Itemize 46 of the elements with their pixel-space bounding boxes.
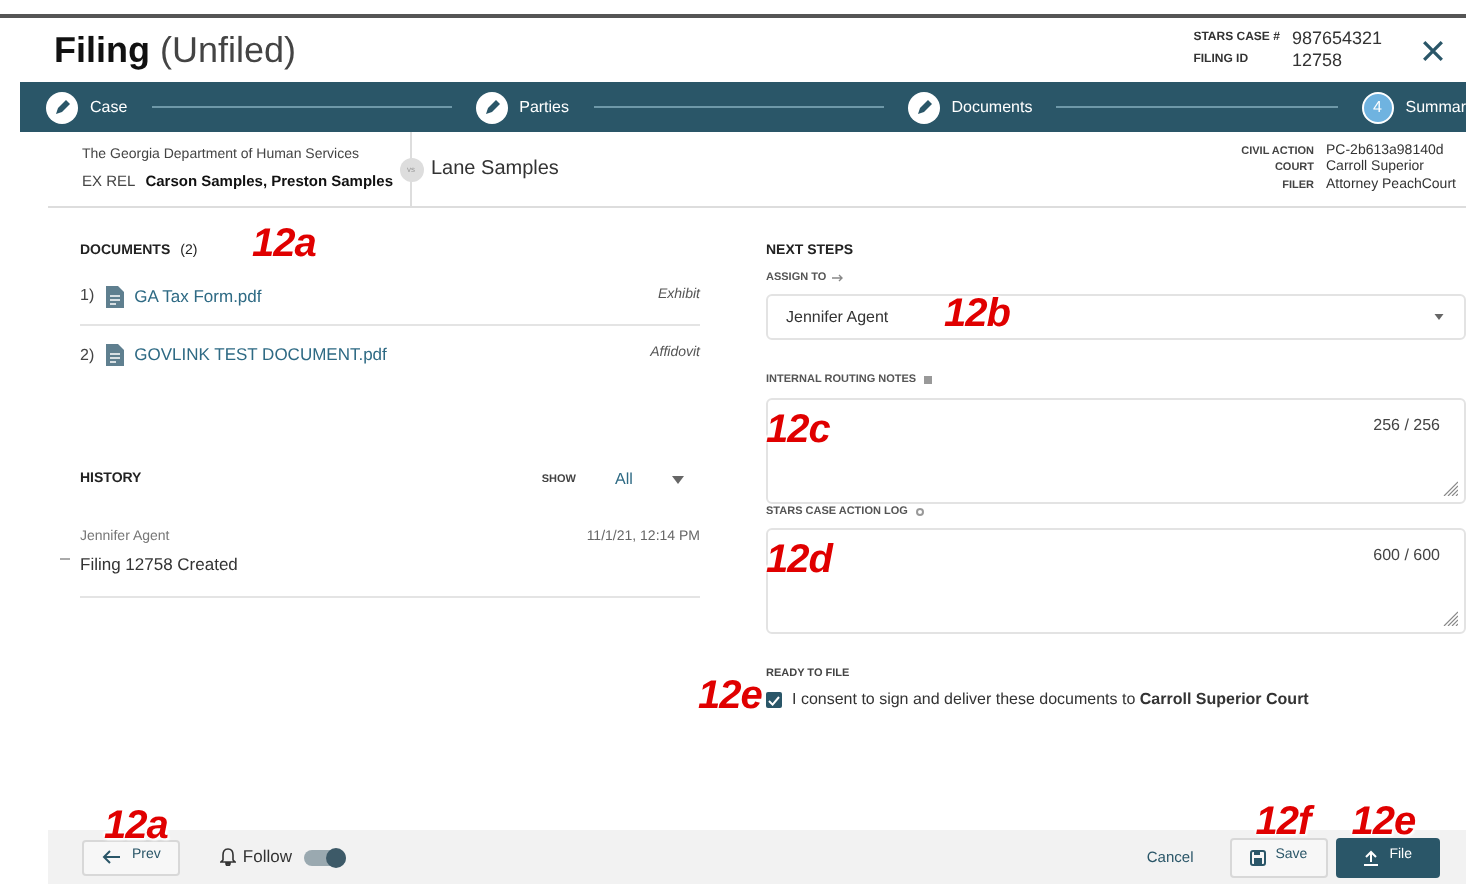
callout-label: 12e — [698, 676, 762, 716]
page-title: Filing — [54, 27, 150, 74]
step-tab[interactable]: Case — [46, 91, 128, 123]
step-tab[interactable]: Parties — [475, 91, 570, 123]
callout-label: 12d — [766, 539, 832, 580]
follow-label: Follow — [242, 844, 292, 870]
square-icon — [924, 376, 933, 385]
document-link[interactable]: GA Tax Form.pdf — [134, 283, 262, 309]
upload-icon — [1363, 849, 1378, 865]
callout-label: 12e — [1351, 801, 1416, 841]
arrow-icon — [832, 274, 845, 283]
pencil-icon — [46, 91, 78, 123]
filing-id: 12758 — [1291, 50, 1344, 72]
save-icon — [1249, 849, 1266, 865]
pencil-icon — [907, 91, 940, 123]
caret-icon — [672, 476, 684, 484]
document-icon — [106, 344, 125, 366]
callout-label: 12b — [944, 294, 1010, 335]
list-number: 1) — [80, 284, 95, 308]
callout-label: 12a — [104, 805, 168, 845]
consent-text: I consent to sign and deliver these documents to Carroll Superior Court — [792, 688, 1309, 712]
defendant-name: Lane Samples — [431, 156, 559, 184]
case-number: 987654321 — [1291, 28, 1382, 50]
consent-checkbox[interactable] — [766, 692, 782, 708]
history-event: Filing 12758 Created — [80, 551, 240, 577]
step-tab[interactable]: Documents — [907, 91, 1033, 123]
caret-icon — [1434, 314, 1444, 321]
callout-label: 12f — [1255, 801, 1311, 841]
document-icon — [106, 285, 125, 307]
step-number: 4 — [1361, 91, 1394, 123]
follow-toggle[interactable] — [303, 849, 346, 865]
document-link[interactable]: GOVLINK TEST DOCUMENT.pdf — [134, 342, 387, 368]
callout-label: 12a — [252, 224, 316, 264]
close-button[interactable] — [1418, 36, 1446, 64]
close-icon — [1421, 39, 1443, 61]
resize-handle-icon — [1442, 479, 1458, 495]
filing-status: (Unfiled) — [160, 27, 297, 74]
character-counter: 600 / 600 — [1373, 543, 1440, 568]
resize-handle-icon — [1442, 609, 1458, 626]
list-number: 2) — [80, 343, 95, 367]
arrow-left-icon — [102, 850, 120, 864]
bell-icon — [220, 848, 237, 866]
character-counter: 256 / 256 — [1373, 413, 1440, 437]
pencil-icon — [475, 91, 508, 123]
callout-label: 12c — [766, 409, 830, 449]
step-tab[interactable]: 4 Summar — [1361, 91, 1466, 123]
